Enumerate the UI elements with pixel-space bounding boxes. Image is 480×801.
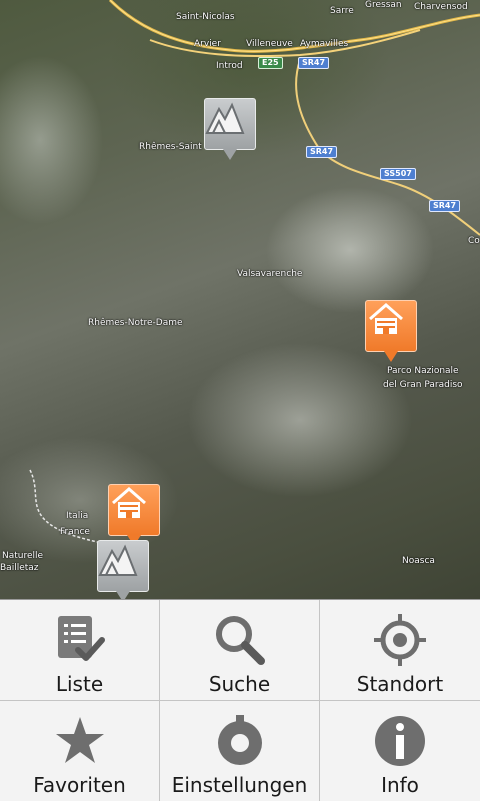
place-label: Introd [216, 61, 243, 71]
menu-item-standort[interactable]: Standort [320, 600, 480, 700]
house-icon [369, 303, 403, 334]
road-shield: SR47 [298, 57, 330, 69]
place-label: Rhêmes-Notre-Dame [88, 318, 183, 328]
menu-item-label: Liste [55, 672, 104, 696]
star-icon [55, 717, 104, 763]
map-view[interactable]: Saint-Nicolas Sarre Gressan Charvensod A… [0, 0, 480, 600]
menu-item-info[interactable]: Info [320, 701, 480, 801]
options-menu: Liste Suche Standort Favoriten Einstellu… [0, 599, 480, 801]
place-label: Sarre [330, 6, 354, 16]
menu-item-favoriten[interactable]: Favoriten [0, 701, 159, 801]
info-icon [375, 716, 425, 766]
menu-item-label: Suche [208, 672, 271, 696]
place-label: Saint-Nicolas [176, 12, 235, 22]
lodge-marker[interactable] [108, 484, 160, 546]
place-label: Charvensod [414, 2, 468, 12]
mountain-icon [98, 544, 138, 576]
list-icon [57, 616, 105, 661]
mountain-icon [205, 102, 245, 134]
menu-item-label: Favoriten [33, 773, 126, 797]
mountain-hut-marker[interactable] [204, 98, 256, 160]
place-label: Bailletaz [0, 563, 39, 573]
search-icon [215, 616, 265, 665]
place-label: Aymavilles [300, 39, 349, 49]
road-shield: SS507 [380, 168, 416, 180]
place-label: Co [468, 236, 480, 246]
place-label: Gressan [365, 0, 402, 10]
house-icon [112, 487, 146, 518]
location-icon [374, 614, 426, 666]
place-label: Valsavarenche [237, 269, 303, 279]
place-label: Parco Nazionale [387, 366, 459, 376]
place-label: Noasca [402, 556, 435, 566]
menu-item-label: Einstellungen [171, 773, 308, 797]
place-label: Arvier [194, 39, 221, 49]
place-label: Rhêmes-Saint [139, 142, 202, 152]
place-label: France [60, 527, 90, 537]
gear-icon [217, 715, 262, 765]
menu-item-einstellungen[interactable]: Einstellungen [160, 701, 319, 801]
place-label: Naturelle [2, 551, 44, 561]
lodge-marker[interactable] [365, 300, 417, 362]
place-label: Villeneuve [246, 39, 293, 49]
menu-item-label: Standort [356, 672, 444, 696]
road-shield: E25 [258, 57, 283, 69]
menu-item-liste[interactable]: Liste [0, 600, 159, 700]
place-label: Italia [66, 511, 89, 521]
menu-item-suche[interactable]: Suche [160, 600, 319, 700]
road-shield: SR47 [429, 200, 461, 212]
road-shield: SR47 [306, 146, 338, 158]
place-label: del Gran Paradiso [383, 380, 463, 390]
mountain-hut-marker[interactable] [97, 540, 149, 600]
menu-item-label: Info [381, 773, 419, 797]
